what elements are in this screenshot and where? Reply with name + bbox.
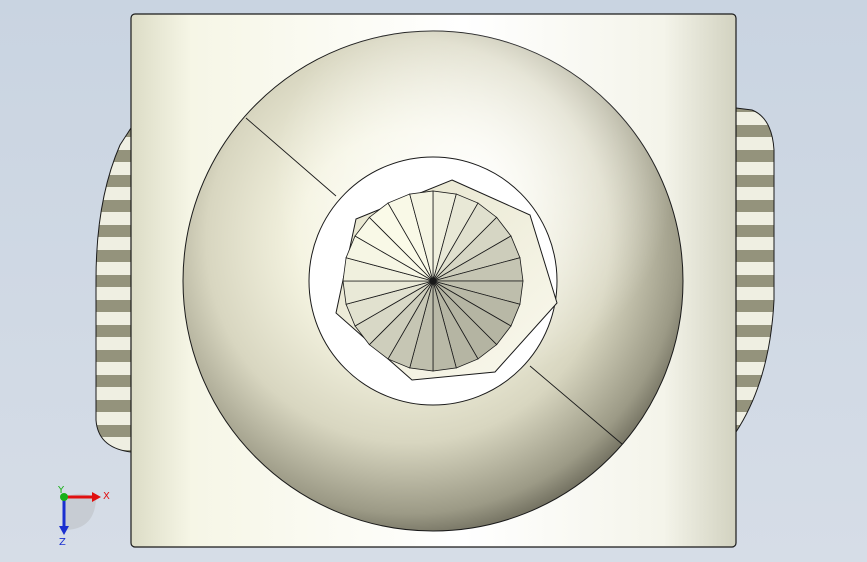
triad-backdrop xyxy=(64,493,96,530)
socket-cone-bottom xyxy=(342,190,524,372)
coordinate-triad: X Y Z xyxy=(57,485,110,548)
x-axis-label: X xyxy=(103,491,110,502)
x-axis-arrowhead xyxy=(92,492,101,502)
z-axis-label: Z xyxy=(59,537,66,548)
y-axis-label: Y xyxy=(57,485,65,496)
model-view[interactable]: X Y Z xyxy=(0,0,867,562)
right-thread-protrusion xyxy=(735,107,775,434)
cad-viewport[interactable]: X Y Z xyxy=(0,0,867,562)
left-thread-protrusion xyxy=(95,126,132,453)
z-axis-arrowhead xyxy=(59,526,69,535)
